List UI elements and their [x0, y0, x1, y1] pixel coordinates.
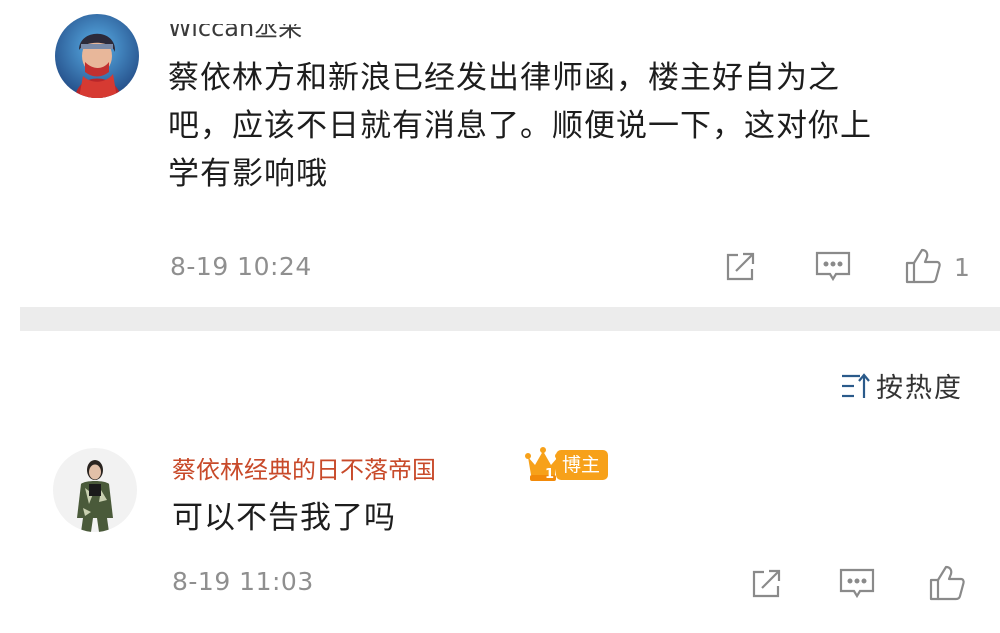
share-icon[interactable] — [748, 566, 784, 602]
sort-label: 按热度 — [876, 373, 963, 404]
sort-button[interactable]: 按热度 — [840, 366, 963, 405]
avatar[interactable] — [53, 448, 137, 532]
comment-icon[interactable] — [838, 567, 876, 601]
like-icon[interactable] — [928, 564, 966, 602]
comment-username[interactable]: 蔡依林经典的日不落帝国 — [172, 458, 532, 482]
share-icon[interactable] — [722, 249, 758, 285]
like-count: 1 — [954, 253, 970, 282]
comment-time: 8-19 10:24 — [170, 252, 312, 281]
comment-text: 可以不告我了吗 — [172, 500, 396, 536]
badge-label: 博主 — [556, 450, 609, 480]
comment-time: 8-19 11:03 — [172, 567, 314, 596]
section-divider — [20, 307, 1000, 331]
sort-icon — [840, 371, 872, 401]
avatar[interactable] — [55, 14, 139, 98]
badge-level: 1 — [545, 467, 555, 482]
comment-text-line: 学有影响哦 — [168, 156, 328, 192]
comment-text-line: 吧，应该不日就有消息了。顺便说一下，这对你上 — [168, 108, 872, 144]
comment-icon[interactable] — [814, 250, 852, 284]
comment-text: 蔡依林方和新浪已经发出律师函，楼主好自为之 吧，应该不日就有消息了。顺便说一下，… — [168, 54, 968, 198]
comment-text-line: 蔡依林方和新浪已经发出律师函，楼主好自为之 — [168, 60, 840, 96]
avatar-image — [55, 14, 139, 98]
like-icon[interactable] — [904, 247, 942, 285]
comment-username[interactable]: Wiccan丞采 — [168, 24, 388, 40]
avatar-image — [53, 448, 137, 532]
